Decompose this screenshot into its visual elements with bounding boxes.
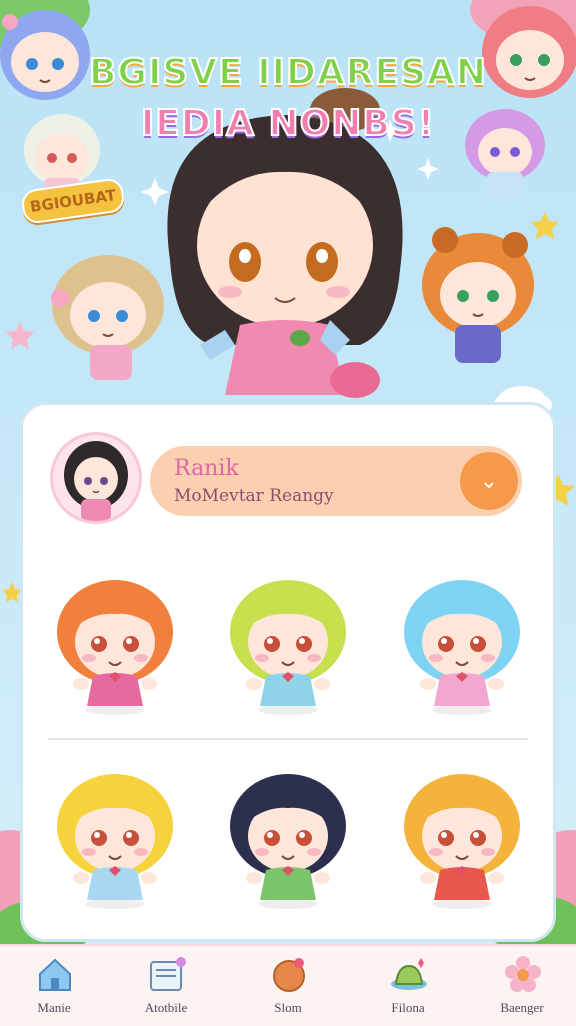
flower-icon [505, 956, 541, 992]
notebook-icon [150, 957, 186, 991]
chevron-down-icon: ⌄ [479, 468, 499, 493]
nav-label-notebook: Atotbile [144, 1000, 188, 1015]
chibi-portrait-icon [230, 774, 346, 909]
roster-character-1[interactable] [45, 572, 185, 722]
roster-character-6[interactable] [392, 766, 532, 916]
roster-character-3[interactable] [392, 572, 532, 722]
nav-item-home[interactable]: Manie [4, 946, 104, 1026]
chibi-portrait-icon [230, 580, 346, 715]
nav-item-food[interactable]: Slom [238, 946, 338, 1026]
nav-label-flower: Baenger [500, 1000, 544, 1015]
nav-label-hat: Filona [391, 1000, 425, 1015]
bottom-nav: Manie Atotbile Slom Filona Baenger [0, 944, 576, 1026]
rank-dropdown-button[interactable]: ⌄ [460, 452, 518, 510]
rank-subtitle: MoMevtar Reangy [174, 486, 334, 506]
roster-character-5[interactable] [218, 766, 358, 916]
chibi-portrait-icon [404, 774, 520, 909]
nav-item-notebook[interactable]: Atotbile [116, 946, 216, 1026]
nav-label-home: Manie [37, 1000, 71, 1015]
avatar-portrait-icon [64, 441, 128, 521]
nav-label-food: Slom [274, 1000, 302, 1015]
food-bowl-icon [273, 958, 305, 992]
roster-character-4[interactable] [45, 766, 185, 916]
chibi-portrait-icon [57, 580, 173, 715]
home-icon [39, 958, 71, 991]
chibi-portrait-icon [57, 774, 173, 909]
roster-character-2[interactable] [218, 572, 358, 722]
profile-avatar[interactable] [50, 432, 142, 524]
rank-selector[interactable]: Ranik MoMevtar Reangy ⌄ [150, 446, 522, 516]
game-title-line-1: BGISVE IIDARESAN [88, 51, 488, 94]
game-title-line-2: IEDIA NONBS! [140, 102, 436, 145]
chibi-portrait-icon [404, 580, 520, 715]
nav-item-flower[interactable]: Baenger [472, 946, 572, 1026]
hat-icon [391, 958, 427, 990]
rank-title: Ranik [174, 456, 239, 481]
roster-divider [48, 738, 528, 740]
nav-item-hat[interactable]: Filona [358, 946, 458, 1026]
